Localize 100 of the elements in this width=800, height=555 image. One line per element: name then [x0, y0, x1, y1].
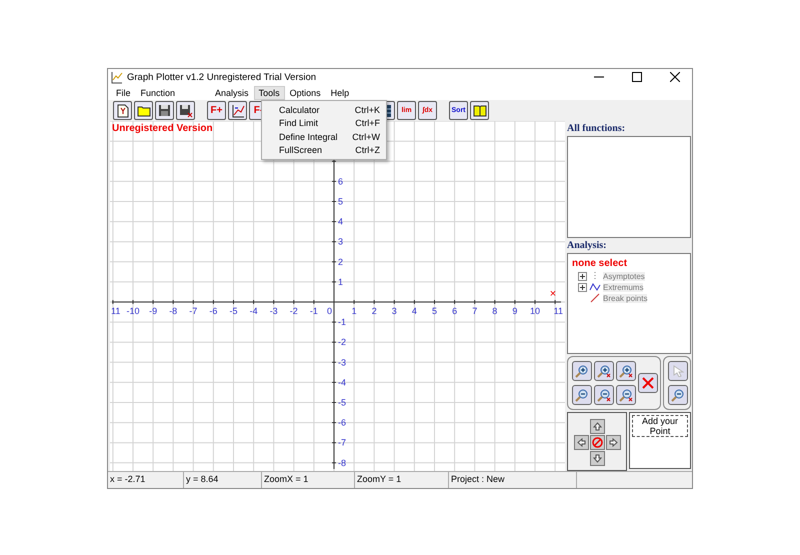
axis-label: 5: [432, 306, 437, 316]
axis-label: -6: [338, 418, 346, 428]
axis-label: -8: [169, 306, 178, 316]
axis-label: 11: [554, 306, 563, 316]
menu-item[interactable]: Help: [326, 86, 354, 100]
zoom-in-icon: [619, 364, 633, 378]
zoom-out-icon: [619, 388, 633, 402]
axis-label: -3: [338, 357, 346, 368]
axis-label: -7: [338, 438, 346, 448]
axis-label: 6: [452, 306, 458, 316]
zoom-in-x-button[interactable]: [594, 361, 614, 381]
cursor-icon: [672, 365, 684, 377]
right-button[interactable]: [606, 434, 621, 450]
zoom-area-button[interactable]: [668, 385, 688, 405]
tree-item[interactable]: Break points: [603, 294, 648, 303]
app-icon: [110, 70, 123, 84]
axis-label: 5: [338, 196, 344, 206]
zoom-out-icon: [575, 388, 589, 402]
status-field: x = -2.71: [108, 472, 184, 488]
axis-label: 1: [352, 306, 357, 316]
axis-label: -3: [270, 306, 278, 316]
axis-label: -2: [338, 337, 346, 348]
close-icon: [642, 377, 654, 389]
zoom-out-button[interactable]: [572, 385, 592, 405]
unregistered-label: Unregistered Version: [112, 123, 213, 134]
menu-item[interactable]: Options: [284, 86, 326, 100]
axis-label: 3: [338, 236, 344, 247]
analysis-tree[interactable]: none select Asymptotes Extremums Break points: [567, 252, 691, 354]
cursor-button[interactable]: [668, 361, 688, 381]
axis-label: 6: [338, 176, 344, 186]
clear-button[interactable]: [638, 373, 658, 393]
new-button[interactable]: [113, 101, 132, 120]
save-button[interactable]: [155, 101, 174, 120]
axis-label: 1: [338, 276, 344, 287]
axis-label: 9: [512, 306, 518, 316]
axis-label: 7: [472, 306, 478, 316]
graph-button[interactable]: [228, 101, 247, 120]
menu-item[interactable]: Analysis: [210, 86, 254, 100]
zoom-out-icon: [597, 388, 611, 402]
axis-label: -1: [338, 317, 346, 328]
menu-option[interactable]: FullScreen Ctrl+Z: [262, 144, 386, 157]
axis-label: -5: [230, 306, 238, 316]
zoom-in-button[interactable]: [572, 361, 592, 381]
left-button[interactable]: [574, 434, 589, 450]
axis-label: 2: [338, 256, 344, 267]
axis-label: -4: [250, 306, 258, 316]
save-as-button[interactable]: [176, 101, 195, 120]
axis-marker: ×: [550, 288, 556, 300]
status-field: Project : New: [449, 472, 577, 488]
axis-label: -9: [149, 306, 158, 316]
stop-button[interactable]: [590, 434, 605, 450]
add-point-label[interactable]: Add your Point: [632, 415, 688, 437]
axis-label: 4: [412, 306, 417, 316]
maximize-icon: [632, 72, 642, 82]
curve-icon: [589, 293, 601, 304]
curve-icon: [589, 282, 601, 292]
zoom-in-y-button[interactable]: [616, 361, 636, 381]
document-icon: [116, 104, 128, 118]
status-field: y = 8.64: [184, 472, 262, 488]
close-icon: [670, 72, 680, 82]
axis-label: 11: [111, 306, 120, 316]
zoom-out-x-button[interactable]: [594, 385, 614, 405]
axis-label: -4: [338, 377, 346, 388]
folder-icon: [136, 104, 150, 116]
book-button[interactable]: [470, 101, 489, 120]
analysis-title: Analysis:: [567, 240, 608, 251]
status-field: ZoomX = 1: [262, 472, 355, 488]
zoom-out-icon: [671, 388, 685, 402]
tree-item[interactable]: Extremums: [603, 282, 644, 292]
axis-label: -8: [338, 458, 346, 468]
menu-option[interactable]: Define Integral Ctrl+W: [262, 130, 386, 144]
menu-item[interactable]: Function: [136, 86, 180, 100]
toolbar-button[interactable]: F+: [207, 101, 226, 120]
menu-item[interactable]: Tools: [254, 86, 285, 100]
expand-toggle[interactable]: [578, 282, 587, 292]
chart-icon: [230, 104, 244, 118]
up-button[interactable]: [590, 418, 605, 434]
axis-label: 10: [530, 306, 540, 316]
status-field: ZoomY = 1: [355, 472, 449, 488]
tree-item[interactable]: Asymptotes: [603, 272, 645, 281]
zoom-out-y-button[interactable]: [616, 385, 636, 405]
axis-label: -10: [126, 306, 140, 316]
axis-label: 0: [326, 306, 332, 316]
book-icon: [472, 104, 486, 117]
axis-label: -1: [310, 306, 318, 316]
axis-label: -6: [209, 306, 218, 316]
down-button[interactable]: [590, 450, 605, 466]
stop-icon: [592, 436, 603, 448]
expand-toggle[interactable]: [578, 272, 587, 281]
axis-label: 3: [392, 306, 397, 316]
open-button[interactable]: [134, 101, 153, 120]
zoom-in-icon: [597, 364, 611, 378]
axis-label: -7: [189, 306, 198, 316]
axis-label: 8: [492, 306, 498, 316]
axis-label: -2: [290, 306, 298, 316]
zoom-in-icon: [575, 364, 589, 378]
menu-item[interactable]: File: [111, 86, 136, 100]
axis-label: -5: [338, 398, 346, 408]
axis-label: 4: [338, 216, 344, 227]
functions-list[interactable]: [567, 136, 691, 238]
